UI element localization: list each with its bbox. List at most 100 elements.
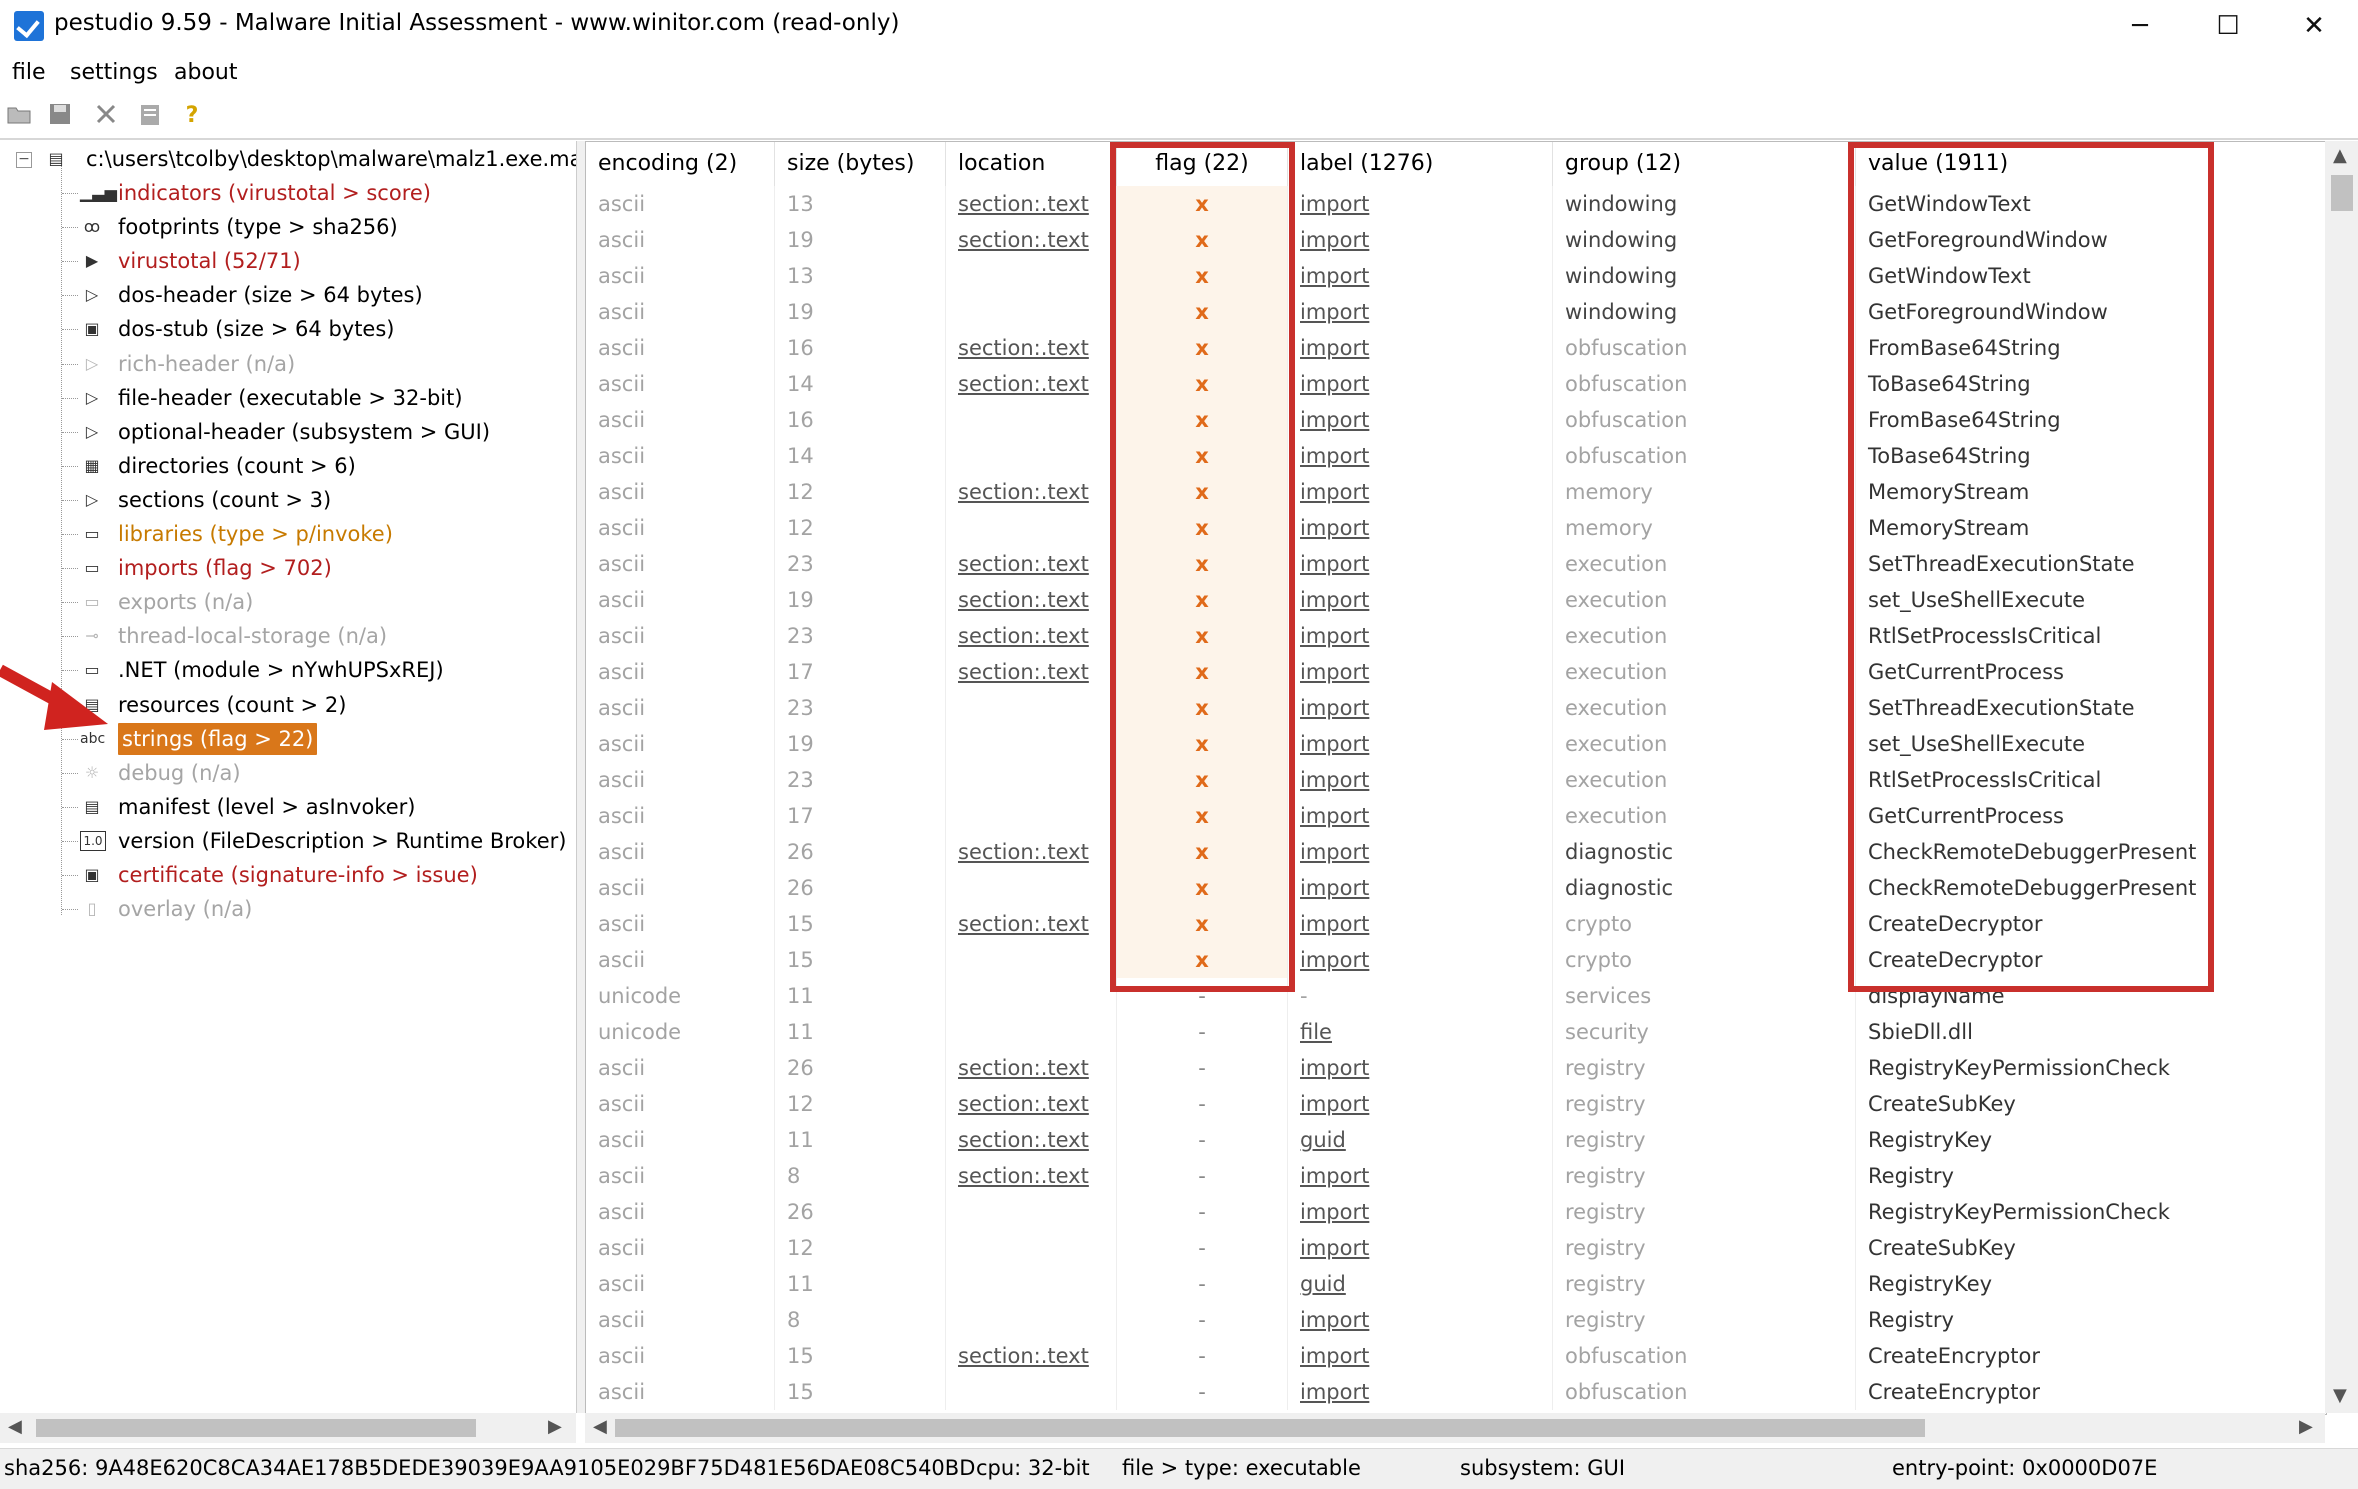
table-horizontal-scrollbar[interactable]: ◀ ▶	[585, 1413, 2325, 1443]
close-button[interactable]: ✕	[2284, 4, 2344, 48]
table-row[interactable]: ascii 15 - import obfuscation CreateEncryptor	[586, 1374, 2326, 1410]
table-row[interactable]: ascii 11 - guid registry RegistryKey	[586, 1266, 2326, 1302]
vertical-scrollbar[interactable]: ▲ ▼	[2325, 141, 2358, 1413]
cut-icon[interactable]	[92, 102, 120, 130]
cell-location[interactable]: section:.text	[946, 1122, 1117, 1158]
cell-location[interactable]	[946, 798, 1117, 834]
minimize-button[interactable]: ─	[2110, 4, 2170, 48]
cell-label[interactable]: import	[1288, 366, 1553, 402]
table-row[interactable]: ascii 15 section:.text - import obfuscation Cr…	[586, 1338, 2326, 1374]
cell-location[interactable]	[946, 942, 1117, 978]
tree-horizontal-scrollbar[interactable]: ◀ ▶	[0, 1413, 576, 1443]
cell-label[interactable]: import	[1288, 762, 1553, 798]
help-icon[interactable]: ?	[178, 102, 206, 130]
cell-label[interactable]: guid	[1288, 1122, 1553, 1158]
scroll-left-icon[interactable]: ◀	[8, 1416, 22, 1437]
cell-location[interactable]	[946, 978, 1117, 1014]
cell-label[interactable]: import	[1288, 726, 1553, 762]
cell-label[interactable]: import	[1288, 1374, 1553, 1410]
cell-location[interactable]	[946, 870, 1117, 906]
menu-settings[interactable]: settings	[70, 60, 158, 85]
pane-splitter[interactable]	[577, 141, 585, 1413]
cell-label[interactable]: import	[1288, 1086, 1553, 1122]
cell-location[interactable]	[946, 1014, 1117, 1050]
scroll-left-icon[interactable]: ◀	[593, 1416, 607, 1437]
cell-label[interactable]: import	[1288, 330, 1553, 366]
cell-label[interactable]: import	[1288, 1230, 1553, 1266]
cell-label[interactable]: import	[1288, 258, 1553, 294]
cell-location[interactable]: section:.text	[946, 618, 1117, 654]
cell-label[interactable]: import	[1288, 546, 1553, 582]
save-icon[interactable]	[46, 102, 74, 130]
cell-label[interactable]: import	[1288, 474, 1553, 510]
cell-label[interactable]: import	[1288, 294, 1553, 330]
cell-location[interactable]	[946, 1194, 1117, 1230]
strings-table[interactable]: encoding (2) size (bytes) location flag …	[585, 141, 2327, 1415]
scroll-down-icon[interactable]: ▼	[2333, 1385, 2347, 1406]
collapse-icon[interactable]: −	[16, 152, 32, 168]
table-row[interactable]: ascii 26 - import registry RegistryKeyPermiss…	[586, 1194, 2326, 1230]
cell-location[interactable]: section:.text	[946, 186, 1117, 222]
cell-location[interactable]	[946, 1374, 1117, 1410]
cell-location[interactable]	[946, 258, 1117, 294]
cell-label[interactable]: import	[1288, 798, 1553, 834]
clipboard-icon[interactable]	[136, 102, 164, 130]
cell-location[interactable]: section:.text	[946, 222, 1117, 258]
cell-location[interactable]	[946, 762, 1117, 798]
cell-location[interactable]	[946, 402, 1117, 438]
maximize-button[interactable]: ☐	[2198, 4, 2258, 48]
cell-location[interactable]	[946, 690, 1117, 726]
cell-label[interactable]: import	[1288, 1194, 1553, 1230]
cell-label[interactable]: import	[1288, 618, 1553, 654]
cell-location[interactable]	[946, 294, 1117, 330]
table-row[interactable]: ascii 8 section:.text - import registry Regist…	[586, 1158, 2326, 1194]
cell-label[interactable]: import	[1288, 690, 1553, 726]
cell-label[interactable]: import	[1288, 834, 1553, 870]
cell-label[interactable]: import	[1288, 222, 1553, 258]
cell-location[interactable]	[946, 510, 1117, 546]
menu-about[interactable]: about	[174, 60, 237, 85]
table-horizontal-scroll-thumb[interactable]	[615, 1419, 1925, 1437]
cell-label[interactable]: import	[1288, 1338, 1553, 1374]
cell-label[interactable]: guid	[1288, 1266, 1553, 1302]
cell-location[interactable]: section:.text	[946, 330, 1117, 366]
cell-location[interactable]: section:.text	[946, 906, 1117, 942]
column-header-size[interactable]: size (bytes)	[775, 142, 946, 186]
table-row[interactable]: ascii 26 section:.text - import registry Regis…	[586, 1050, 2326, 1086]
tree-horizontal-scroll-thumb[interactable]	[36, 1419, 476, 1437]
cell-label[interactable]: import	[1288, 1158, 1553, 1194]
cell-label[interactable]: import	[1288, 870, 1553, 906]
cell-location[interactable]	[946, 438, 1117, 474]
scroll-right-icon[interactable]: ▶	[548, 1416, 562, 1437]
cell-location[interactable]	[946, 1266, 1117, 1302]
scroll-up-icon[interactable]: ▲	[2333, 145, 2347, 166]
cell-location[interactable]: section:.text	[946, 1086, 1117, 1122]
cell-location[interactable]: section:.text	[946, 366, 1117, 402]
table-row[interactable]: ascii 11 section:.text - guid registry Registr…	[586, 1122, 2326, 1158]
vertical-scroll-thumb[interactable]	[2331, 175, 2353, 211]
column-header-group[interactable]: group (12)	[1553, 142, 1856, 186]
tree-panel[interactable]: − ▤ c:\users\tcolby\desktop\malware\malz…	[0, 141, 577, 1413]
cell-label[interactable]: import	[1288, 906, 1553, 942]
cell-location[interactable]: section:.text	[946, 582, 1117, 618]
cell-label[interactable]: file	[1288, 1014, 1553, 1050]
cell-location[interactable]	[946, 1302, 1117, 1338]
cell-label[interactable]: import	[1288, 582, 1553, 618]
column-header-encoding[interactable]: encoding (2)	[586, 142, 775, 186]
scroll-right-icon[interactable]: ▶	[2299, 1416, 2313, 1437]
cell-location[interactable]: section:.text	[946, 1338, 1117, 1374]
cell-label[interactable]: import	[1288, 402, 1553, 438]
cell-label[interactable]: import	[1288, 1302, 1553, 1338]
cell-label[interactable]: import	[1288, 654, 1553, 690]
cell-label[interactable]: import	[1288, 438, 1553, 474]
cell-label[interactable]: import	[1288, 510, 1553, 546]
table-row[interactable]: ascii 12 - import registry CreateSubKey	[586, 1230, 2326, 1266]
table-row[interactable]: ascii 12 section:.text - import registry Creat…	[586, 1086, 2326, 1122]
cell-label[interactable]: import	[1288, 186, 1553, 222]
column-header-location[interactable]: location	[946, 142, 1117, 186]
table-row[interactable]: unicode 11 - file security SbieDll.dll	[586, 1014, 2326, 1050]
cell-location[interactable]: section:.text	[946, 834, 1117, 870]
cell-location[interactable]: section:.text	[946, 654, 1117, 690]
open-folder-icon[interactable]	[6, 102, 34, 130]
cell-location[interactable]: section:.text	[946, 546, 1117, 582]
